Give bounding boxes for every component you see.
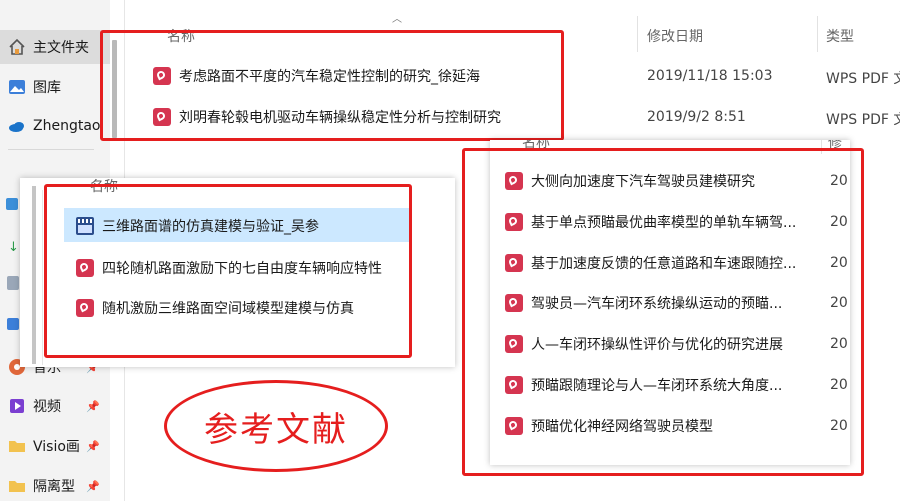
sidebar-item-home[interactable]: 主文件夹: [0, 30, 110, 64]
home-icon: [8, 38, 26, 56]
annotation-text: 参考文献: [204, 409, 348, 450]
sidebar-item-label: 图库: [33, 80, 61, 96]
sort-chevron-up-icon[interactable]: ︿: [392, 10, 402, 25]
documents-icon: [7, 276, 19, 290]
pane-border: [42, 190, 43, 365]
folder-icon: [8, 477, 26, 495]
pictures-icon: [7, 318, 19, 330]
sidebar-item-label: 主文件夹: [33, 40, 89, 56]
sidebar-item-folder-isolation[interactable]: 隔离型 📌: [0, 469, 110, 503]
pin-icon: 📌: [86, 399, 100, 413]
references-annotation: 参考文献: [164, 380, 388, 472]
sidebar-item-video[interactable]: 视频 📌: [0, 389, 110, 423]
file-date: 2019/11/18 15:03: [647, 68, 773, 84]
video-icon: [8, 397, 26, 415]
desktop-icon: [6, 198, 18, 210]
gallery-icon: [8, 78, 26, 96]
sidebar-item-label: Visio画: [33, 439, 80, 455]
sidebar-item-label: 隔离型: [33, 479, 75, 495]
sidebar-item-gallery[interactable]: 图库: [0, 70, 110, 104]
sidebar-item-folder-visio[interactable]: Visio画 📌: [0, 429, 110, 463]
column-header-modified[interactable]: 修改日期: [647, 26, 703, 46]
file-date: 2019/9/2 8:51: [647, 109, 746, 125]
sidebar-divider: [8, 149, 94, 150]
sidebar-item-label: 视频: [33, 399, 61, 415]
pane-divider[interactable]: [32, 186, 36, 364]
column-divider[interactable]: [817, 16, 818, 52]
highlight-box: [44, 184, 412, 358]
sidebar-item-onedrive[interactable]: Zhengtao: [0, 109, 110, 143]
folder-icon: [8, 437, 26, 455]
highlight-box: [462, 148, 864, 476]
pin-icon: 📌: [86, 439, 100, 453]
highlight-box: [100, 30, 564, 141]
column-divider[interactable]: [637, 16, 638, 52]
pin-icon: 📌: [86, 479, 100, 493]
file-type: WPS PDF 文: [826, 112, 900, 128]
download-icon: ↓: [8, 240, 19, 255]
column-header-type[interactable]: 类型: [826, 26, 854, 46]
onedrive-cloud-icon: [8, 117, 26, 135]
sidebar-item-label: Zhengtao: [33, 118, 101, 134]
file-type: WPS PDF 文: [826, 71, 900, 87]
